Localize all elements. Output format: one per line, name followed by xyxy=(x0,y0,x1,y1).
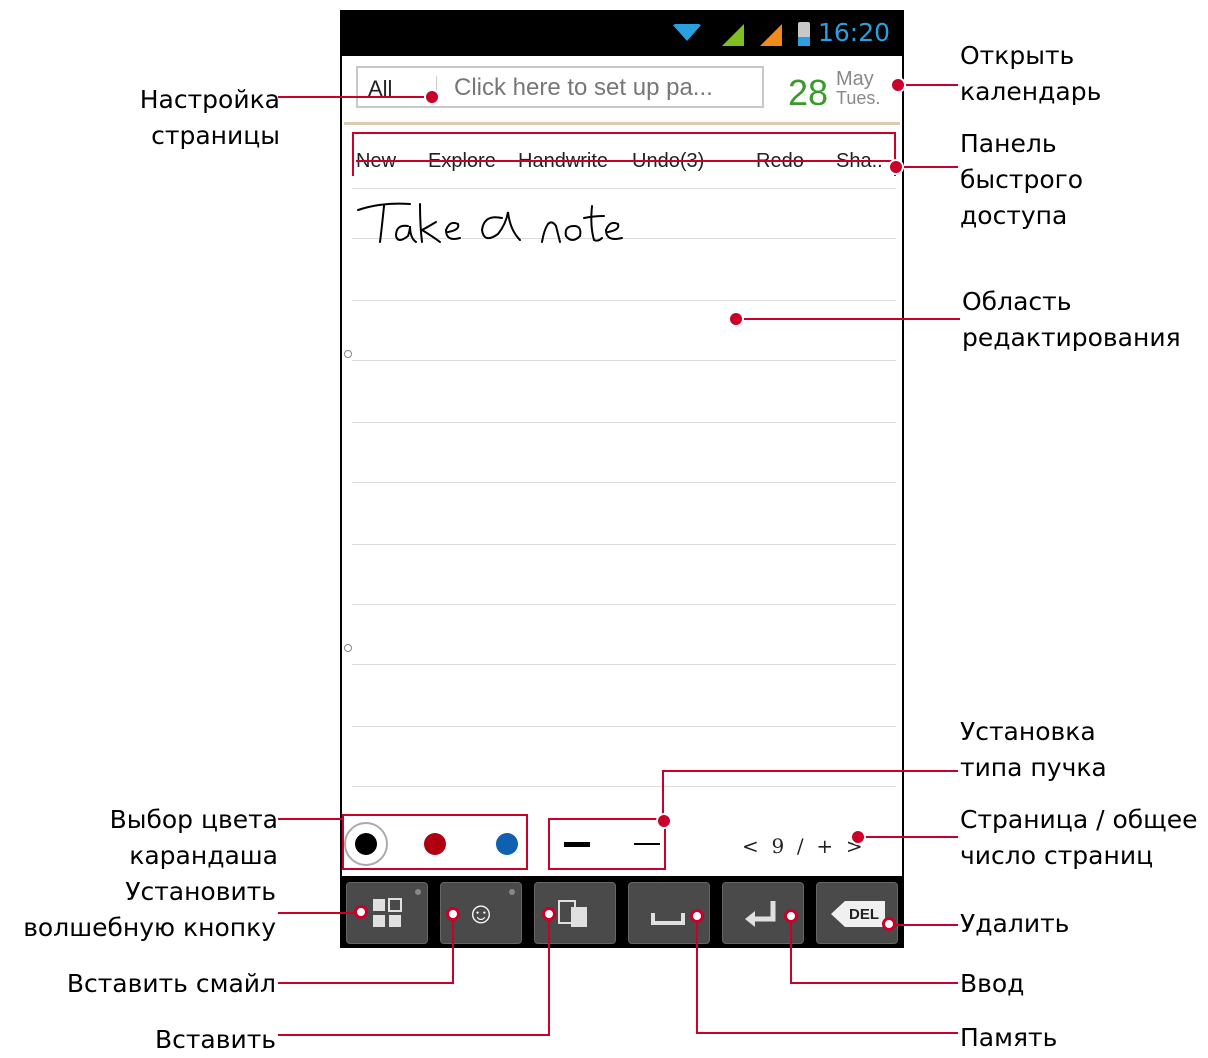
leader-smiley-h xyxy=(278,982,454,984)
wifi-icon xyxy=(672,24,702,41)
battery-icon xyxy=(798,22,810,46)
leader-pen-type xyxy=(662,770,958,772)
leader-paste-v xyxy=(548,914,550,1036)
status-bar: 16:20 xyxy=(342,10,902,56)
page-counter[interactable]: < 9 / + > xyxy=(742,834,863,858)
color-blue[interactable] xyxy=(496,833,518,855)
handwritten-note[interactable] xyxy=(352,196,632,256)
leader-calendar xyxy=(898,84,958,86)
calendar-button[interactable]: 28 May Tues. xyxy=(788,66,898,113)
label-edit-area: Область редактирования xyxy=(962,287,1181,352)
leader-magic xyxy=(278,912,360,914)
pen-thick[interactable] xyxy=(564,842,590,847)
phone-screen: 16:20 All Click here to set up pa... 28 … xyxy=(340,10,904,948)
leader-enter-v xyxy=(790,916,792,984)
leader-quick-access-inner xyxy=(356,160,896,162)
side-marker xyxy=(344,350,352,358)
label-delete: Удалить xyxy=(960,909,1070,938)
label-pen-color: Выбор цвета карандаша xyxy=(109,805,278,870)
leader-quick-access xyxy=(896,166,958,168)
category-selector[interactable]: All xyxy=(368,76,392,102)
leader-paste-h xyxy=(278,1034,550,1036)
label-page-setup: Настройка страницы xyxy=(139,85,280,150)
color-black[interactable] xyxy=(355,833,377,855)
leader-enter-h xyxy=(790,982,958,984)
label-quick-access: Панель быстрого доступа xyxy=(960,129,1084,230)
leader-memory-h xyxy=(696,1032,958,1034)
leader-page-setup xyxy=(278,96,432,98)
signal-icon xyxy=(722,24,744,46)
color-red[interactable] xyxy=(424,833,446,855)
header-divider xyxy=(344,122,900,125)
leader-page-count xyxy=(858,836,958,838)
label-pen-type: Установка типа пучка xyxy=(960,717,1107,782)
del-label: DEL xyxy=(849,906,879,923)
signal-icon-2 xyxy=(760,24,782,46)
label-paste: Вставить xyxy=(154,1025,276,1054)
leader-memory-v xyxy=(696,916,698,1034)
pen-thin[interactable] xyxy=(634,843,660,845)
label-page-count: Страница / общее число страниц xyxy=(960,805,1198,870)
leader-smiley-v xyxy=(452,914,454,984)
page-setup-placeholder[interactable]: Click here to set up pa... xyxy=(454,74,713,102)
date-day: 28 xyxy=(788,72,829,113)
delete-icon: DEL xyxy=(831,901,885,927)
delete-key[interactable]: DEL xyxy=(816,882,898,944)
date-weekday: Tues. xyxy=(836,88,881,108)
label-open-calendar: Открыть календарь xyxy=(960,41,1102,106)
label-memory: Память xyxy=(960,1023,1058,1052)
side-marker xyxy=(344,644,352,652)
page-setup-field[interactable]: All Click here to set up pa... xyxy=(356,66,764,108)
label-magic-button: Установить волшебную кнопку xyxy=(23,877,276,942)
status-time: 16:20 xyxy=(817,18,890,47)
leader-edit-area xyxy=(734,318,960,320)
leader-delete xyxy=(890,924,958,926)
label-enter: Ввод xyxy=(960,969,1025,998)
leader-pen-color xyxy=(278,818,342,820)
label-insert-smiley: Вставить смайл xyxy=(66,969,276,998)
